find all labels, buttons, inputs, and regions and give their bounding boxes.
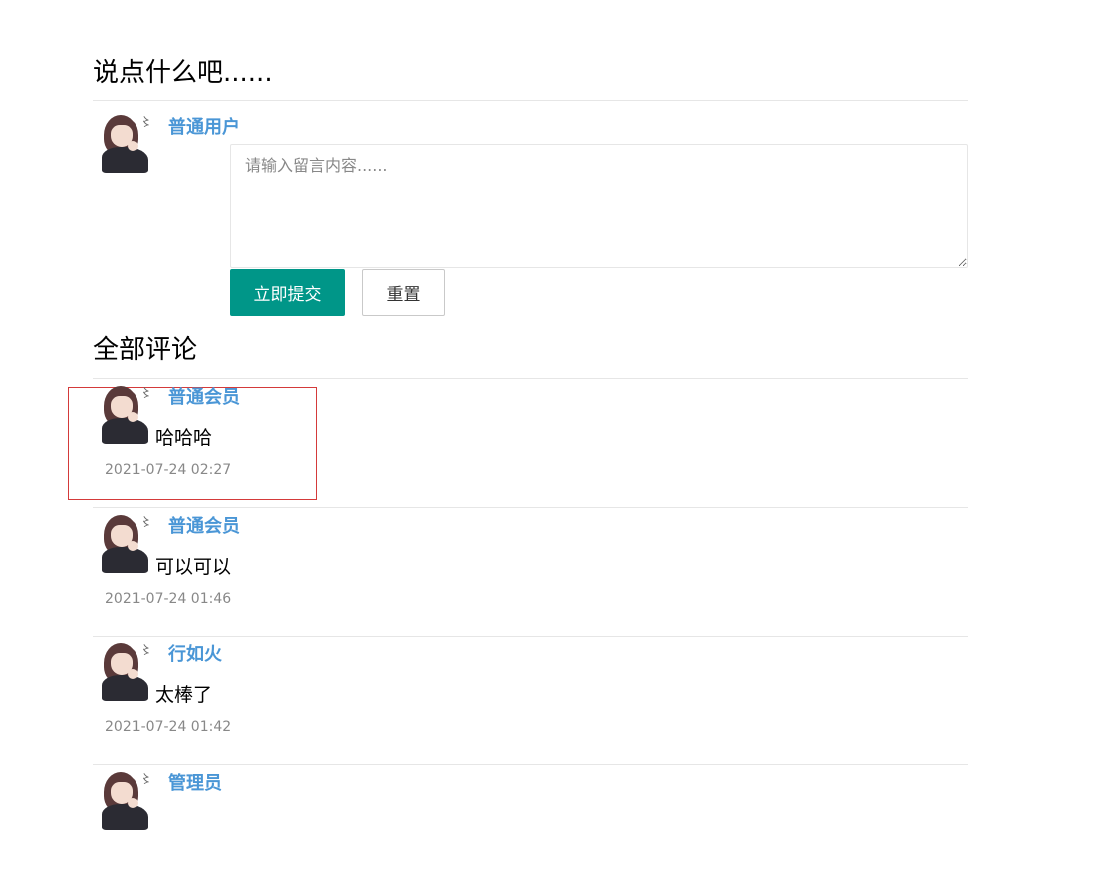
post-section-title: 说点什么吧...... <box>93 58 273 88</box>
avatar: 〻 <box>98 513 154 575</box>
comment-item: 〻 普通会员 可以可以 2021-07-24 01:46 <box>93 508 968 637</box>
comment-time: 2021-07-24 01:42 <box>105 719 232 735</box>
comment-username[interactable]: 普通会员 <box>168 389 240 407</box>
comment-item: 〻 普通会员 哈哈哈 2021-07-24 02:27 <box>68 379 968 508</box>
avatar: 〻 <box>98 641 154 703</box>
message-input[interactable] <box>230 144 968 268</box>
comment-username[interactable]: 普通会员 <box>168 518 240 536</box>
divider <box>93 100 968 101</box>
comment-username[interactable]: 管理员 <box>168 775 222 793</box>
comment-item: 〻 行如火 太棒了 2021-07-24 01:42 <box>93 636 968 765</box>
comment-username[interactable]: 行如火 <box>168 646 222 664</box>
avatar: 〻 <box>98 384 154 446</box>
comments-section-title: 全部评论 <box>93 335 198 365</box>
submit-button[interactable]: 立即提交 <box>230 269 345 316</box>
comment-item: 〻 管理员 <box>93 765 968 894</box>
current-username: 普通用户 <box>168 117 240 138</box>
comment-time: 2021-07-24 02:27 <box>105 462 232 478</box>
comment-content: 哈哈哈 <box>155 427 213 449</box>
avatar: 〻 <box>98 770 154 832</box>
comment-content: 可以可以 <box>155 556 232 578</box>
comment-content: 太棒了 <box>155 684 213 706</box>
current-user-avatar: 〻 <box>98 113 154 175</box>
reset-button[interactable]: 重置 <box>362 269 445 316</box>
comment-time: 2021-07-24 01:46 <box>105 591 232 607</box>
